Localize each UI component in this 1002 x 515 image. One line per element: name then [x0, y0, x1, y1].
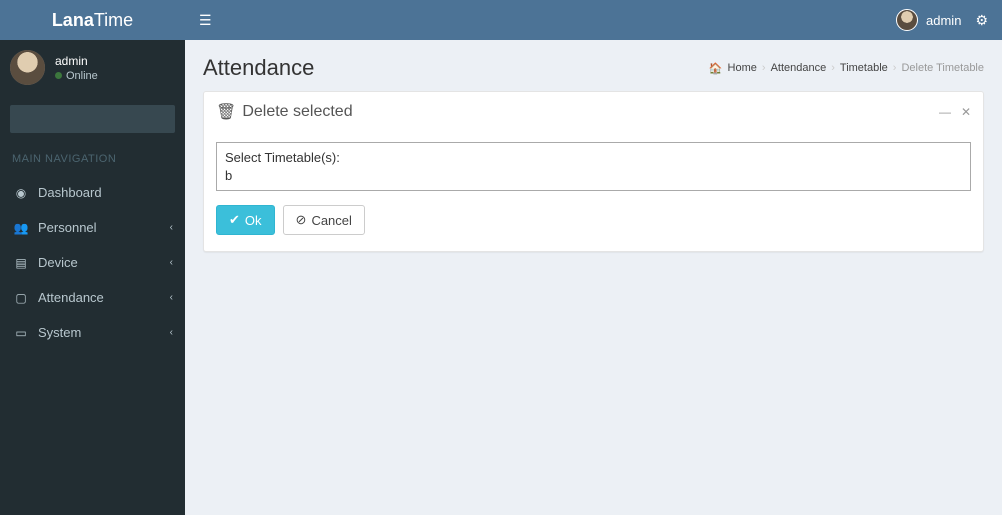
cancel-button[interactable]: ⊘ Cancel	[283, 205, 365, 235]
sidebar-item-label: Device	[38, 255, 170, 270]
online-dot-icon	[55, 72, 62, 79]
select-label: Select Timetable(s):	[225, 149, 962, 167]
nav-header: MAIN NAVIGATION	[0, 143, 185, 175]
home-icon: 🏠	[709, 62, 723, 75]
topbar-user[interactable]: admin	[896, 9, 961, 31]
sidebar-item-personnel[interactable]: 👥 Personnel ‹	[0, 210, 185, 245]
panel-header: 🗑 Delete selected — ✕	[204, 92, 983, 132]
share-icon[interactable]: ⚙	[975, 12, 988, 29]
select-value: b	[225, 167, 962, 185]
ok-button-label: Ok	[245, 213, 262, 228]
page-title: Attendance	[203, 55, 314, 81]
cancel-button-label: Cancel	[311, 213, 351, 228]
ban-icon: ⊘	[296, 212, 307, 228]
search-input[interactable]	[10, 105, 175, 133]
breadcrumb: 🏠 Home › Attendance › Timetable › Delete…	[709, 62, 984, 75]
sidebar: LanaTime admin Online MAIN NAVIGATION ◉ …	[0, 0, 185, 515]
chevron-left-icon: ‹	[170, 222, 173, 233]
breadcrumb-separator: ›	[762, 62, 766, 74]
chevron-left-icon: ‹	[170, 327, 173, 338]
sidebar-username: admin	[55, 54, 98, 68]
breadcrumb-separator: ›	[831, 62, 835, 74]
ok-button[interactable]: ✔ Ok	[216, 205, 275, 235]
topbar: ☰ admin ⚙	[185, 0, 1002, 40]
breadcrumb-separator: ›	[893, 62, 897, 74]
topbar-username: admin	[926, 13, 961, 28]
brand-bold: Lana	[52, 10, 94, 31]
sidebar-item-label: System	[38, 325, 170, 340]
panel-title: Delete selected	[242, 103, 352, 121]
breadcrumb-item[interactable]: Timetable	[840, 62, 888, 74]
minimize-icon[interactable]: —	[939, 105, 951, 119]
main: ☰ admin ⚙ Attendance 🏠 Home › Attendance…	[185, 0, 1002, 515]
chevron-left-icon: ‹	[170, 257, 173, 268]
system-icon: ▭	[12, 326, 30, 340]
sidebar-item-system[interactable]: ▭ System ‹	[0, 315, 185, 350]
content-header: Attendance 🏠 Home › Attendance › Timetab…	[185, 40, 1002, 91]
sidebar-item-label: Personnel	[38, 220, 170, 235]
personnel-icon: 👥	[12, 221, 30, 235]
sidebar-item-device[interactable]: ▤ Device ‹	[0, 245, 185, 280]
breadcrumb-item[interactable]: Attendance	[771, 62, 827, 74]
sidebar-item-dashboard[interactable]: ◉ Dashboard	[0, 175, 185, 210]
sidebar-item-label: Dashboard	[38, 185, 173, 200]
sidebar-item-label: Attendance	[38, 290, 170, 305]
attendance-icon: ▢	[12, 291, 30, 305]
sidebar-status: Online	[55, 70, 98, 82]
chevron-left-icon: ‹	[170, 292, 173, 303]
hamburger-icon[interactable]: ☰	[199, 12, 212, 29]
trash-icon: 🗑	[216, 102, 236, 122]
avatar	[10, 50, 45, 85]
sidebar-item-attendance[interactable]: ▢ Attendance ‹	[0, 280, 185, 315]
panel-delete-selected: 🗑 Delete selected — ✕ Select Timetable(s…	[203, 91, 984, 252]
breadcrumb-home[interactable]: Home	[728, 62, 757, 74]
sidebar-user-panel: admin Online	[0, 40, 185, 95]
dashboard-icon: ◉	[12, 186, 30, 200]
status-text: Online	[66, 70, 98, 82]
brand-logo[interactable]: LanaTime	[0, 0, 185, 40]
check-icon: ✔	[229, 212, 240, 228]
avatar	[896, 9, 918, 31]
device-icon: ▤	[12, 256, 30, 270]
brand-thin: Time	[94, 10, 133, 31]
select-timetables-box: Select Timetable(s): b	[216, 142, 971, 191]
breadcrumb-active: Delete Timetable	[901, 62, 984, 74]
close-icon[interactable]: ✕	[961, 105, 971, 119]
